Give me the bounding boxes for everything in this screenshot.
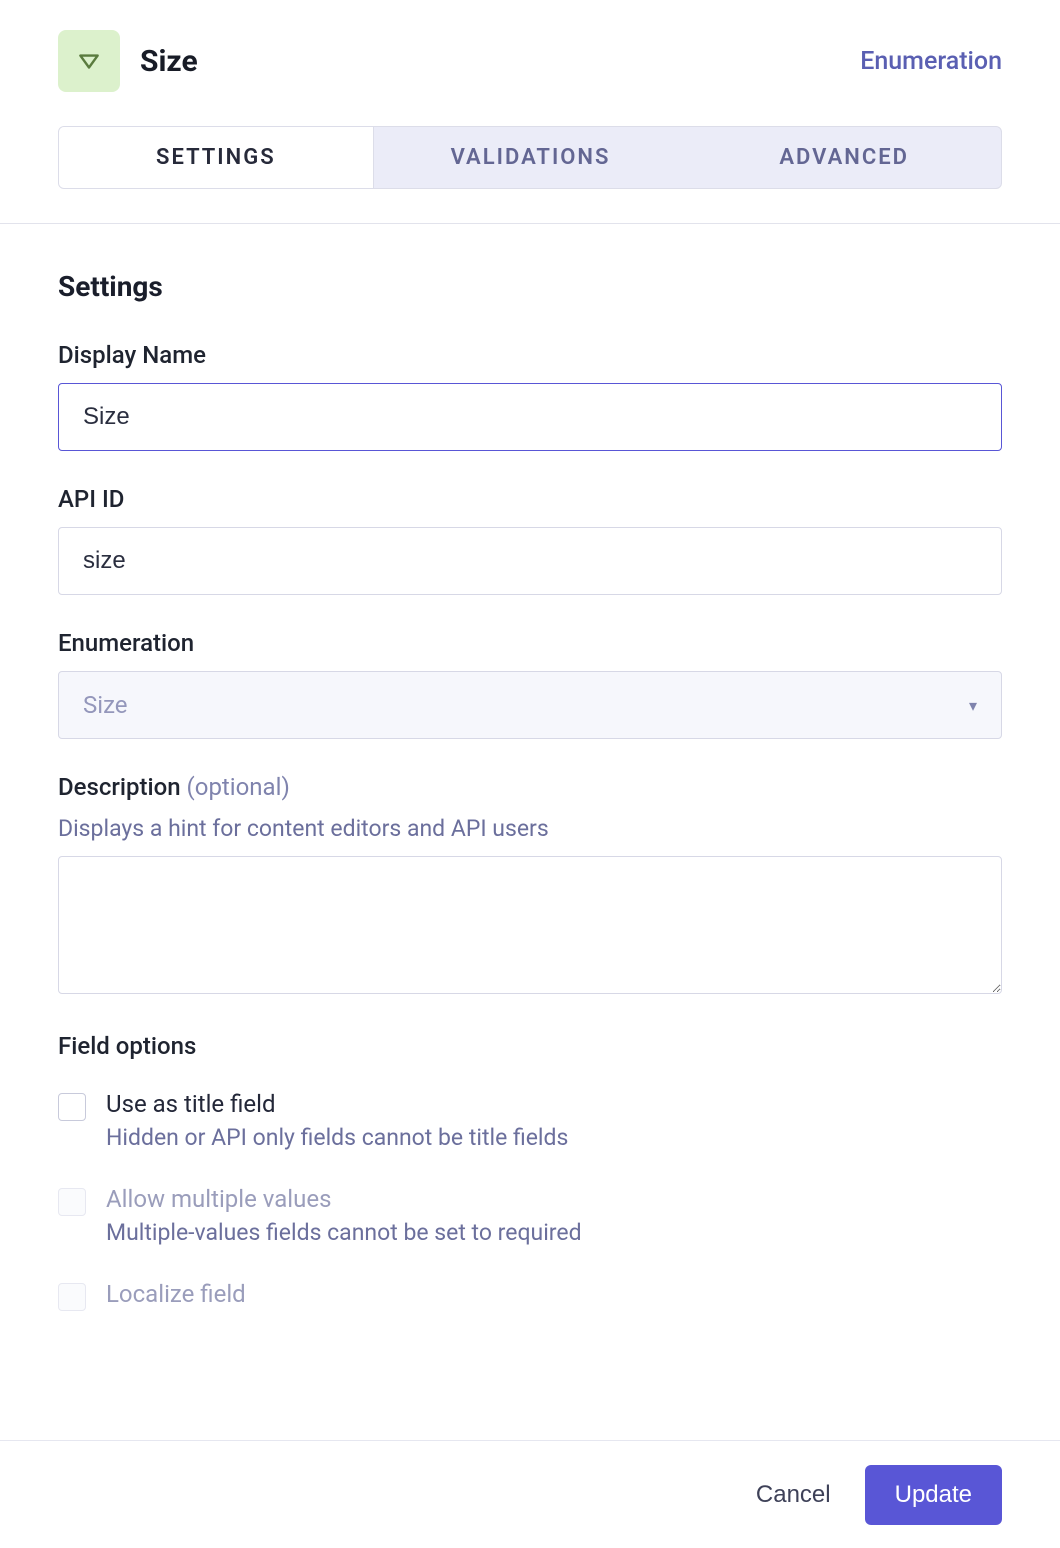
option-title-field-label: Use as title field <box>106 1090 568 1118</box>
option-title-field-sub: Hidden or API only fields cannot be titl… <box>106 1124 568 1151</box>
footer: Cancel Update <box>0 1440 1060 1548</box>
page-title: Size <box>140 44 198 79</box>
checkbox-localize <box>58 1283 86 1311</box>
description-optional: (optional) <box>187 773 290 801</box>
type-badge: Enumeration <box>860 47 1002 76</box>
description-textarea[interactable] <box>58 856 1002 994</box>
tab-validations[interactable]: VALIDATIONS <box>374 127 688 188</box>
enumeration-select[interactable]: Size ▾ <box>58 671 1002 739</box>
api-id-input[interactable] <box>58 527 1002 595</box>
chevron-down-icon: ▾ <box>969 696 977 715</box>
cancel-button[interactable]: Cancel <box>756 1481 831 1509</box>
api-id-label: API ID <box>58 485 1002 513</box>
tab-settings[interactable]: SETTINGS <box>59 127 374 188</box>
description-hint: Displays a hint for content editors and … <box>58 815 1002 842</box>
checkbox-title-field[interactable] <box>58 1093 86 1121</box>
option-multiple-sub: Multiple-values fields cannot be set to … <box>106 1219 582 1246</box>
section-heading: Settings <box>58 270 1002 303</box>
enumeration-icon <box>58 30 120 92</box>
update-button[interactable]: Update <box>865 1465 1002 1525</box>
option-multiple-label: Allow multiple values <box>106 1185 582 1213</box>
tabs: SETTINGS VALIDATIONS ADVANCED <box>58 126 1002 189</box>
checkbox-multiple-values <box>58 1188 86 1216</box>
field-options-heading: Field options <box>58 1032 1002 1060</box>
enumeration-label: Enumeration <box>58 629 1002 657</box>
settings-panel: Settings Display Name API ID Enumeration… <box>0 224 1060 1440</box>
display-name-input[interactable] <box>58 383 1002 451</box>
description-label-text: Description <box>58 773 181 801</box>
tab-advanced[interactable]: ADVANCED <box>687 127 1001 188</box>
enumeration-select-value: Size <box>83 691 128 719</box>
option-localize-label: Localize field <box>106 1280 246 1308</box>
display-name-label: Display Name <box>58 341 1002 369</box>
description-label: Description (optional) <box>58 773 1002 801</box>
